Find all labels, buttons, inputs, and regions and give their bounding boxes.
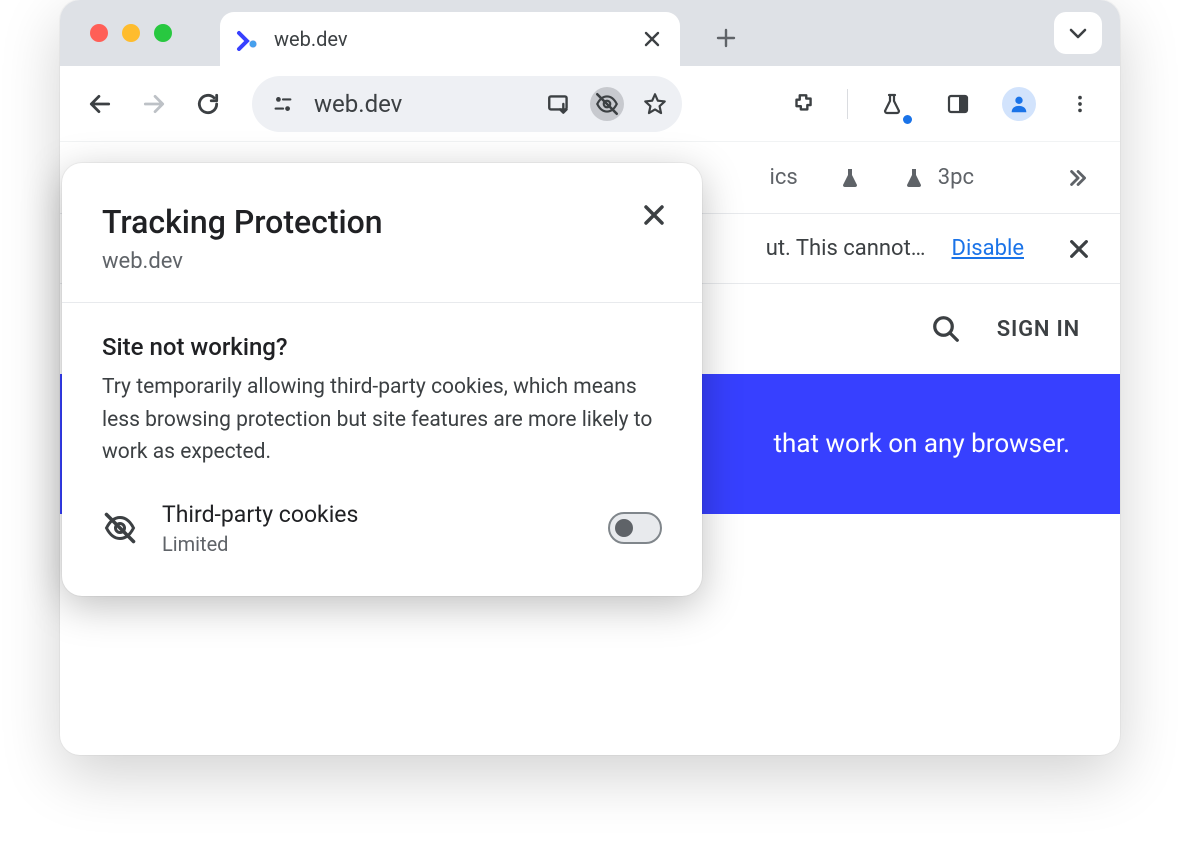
reload-button[interactable] [186, 82, 230, 126]
popover-body: Site not working? Try temporarily allowi… [62, 303, 702, 596]
tracking-protection-icon[interactable] [590, 87, 624, 121]
popover-title: Tracking Protection [102, 203, 662, 241]
ext-label: ics [770, 165, 798, 190]
info-text: ut. This cannot… [766, 236, 926, 261]
third-party-cookies-toggle[interactable] [608, 512, 662, 544]
tabs-dropdown-button[interactable] [1054, 12, 1102, 54]
search-button[interactable] [931, 314, 961, 344]
profile-avatar-button[interactable] [1002, 87, 1036, 121]
popover-site: web.dev [102, 249, 662, 274]
ext-item-flask-1[interactable] [838, 166, 862, 190]
badge-dot-icon [903, 115, 912, 124]
window-controls [90, 24, 172, 42]
overflow-menu-button[interactable] [1058, 82, 1102, 126]
eye-off-icon [102, 510, 138, 546]
extensions-button[interactable] [781, 82, 825, 126]
info-disable-link[interactable]: Disable [952, 236, 1024, 261]
third-party-cookies-row: Third-party cookies Limited [102, 501, 662, 556]
toggle-knob-icon [615, 519, 633, 537]
sign-in-button[interactable]: SIGN IN [997, 317, 1080, 342]
popover-description: Try temporarily allowing third-party coo… [102, 371, 662, 469]
ext-item-topics[interactable]: ics [770, 165, 798, 190]
back-button[interactable] [78, 82, 122, 126]
popover-question: Site not working? [102, 333, 662, 361]
maximize-window-button[interactable] [154, 24, 172, 42]
omnibox-url: web.dev [314, 90, 402, 118]
minimize-window-button[interactable] [122, 24, 140, 42]
toolbar: web.dev [60, 66, 1120, 142]
tab-strip: web.dev [60, 0, 1120, 66]
close-window-button[interactable] [90, 24, 108, 42]
forward-button[interactable] [132, 82, 176, 126]
tab-close-button[interactable] [642, 29, 662, 49]
popover-close-button[interactable] [638, 199, 670, 231]
bookmark-star-icon[interactable] [638, 87, 672, 121]
browser-tab[interactable]: web.dev [220, 12, 680, 66]
tab-favicon-icon [234, 26, 260, 52]
tab-title: web.dev [274, 27, 628, 51]
cookie-label: Third-party cookies [162, 501, 584, 528]
ext-overflow-button[interactable] [1064, 165, 1090, 191]
cookie-status: Limited [162, 532, 584, 556]
divider [847, 89, 848, 119]
ext-item-3pc[interactable]: 3pc [902, 165, 974, 190]
site-settings-icon[interactable] [266, 87, 300, 121]
new-tab-button[interactable] [706, 18, 746, 58]
info-close-button[interactable] [1068, 238, 1090, 260]
install-app-icon[interactable] [542, 87, 576, 121]
labs-button[interactable] [870, 82, 914, 126]
side-panel-button[interactable] [936, 82, 980, 126]
hero-text: that work on any browser. [774, 429, 1070, 459]
tracking-protection-popover: Tracking Protection web.dev Site not wor… [62, 163, 702, 596]
popover-header: Tracking Protection web.dev [62, 163, 702, 303]
omnibox[interactable]: web.dev [252, 76, 682, 132]
toolbar-actions [781, 82, 1102, 126]
ext-label: 3pc [938, 165, 974, 190]
